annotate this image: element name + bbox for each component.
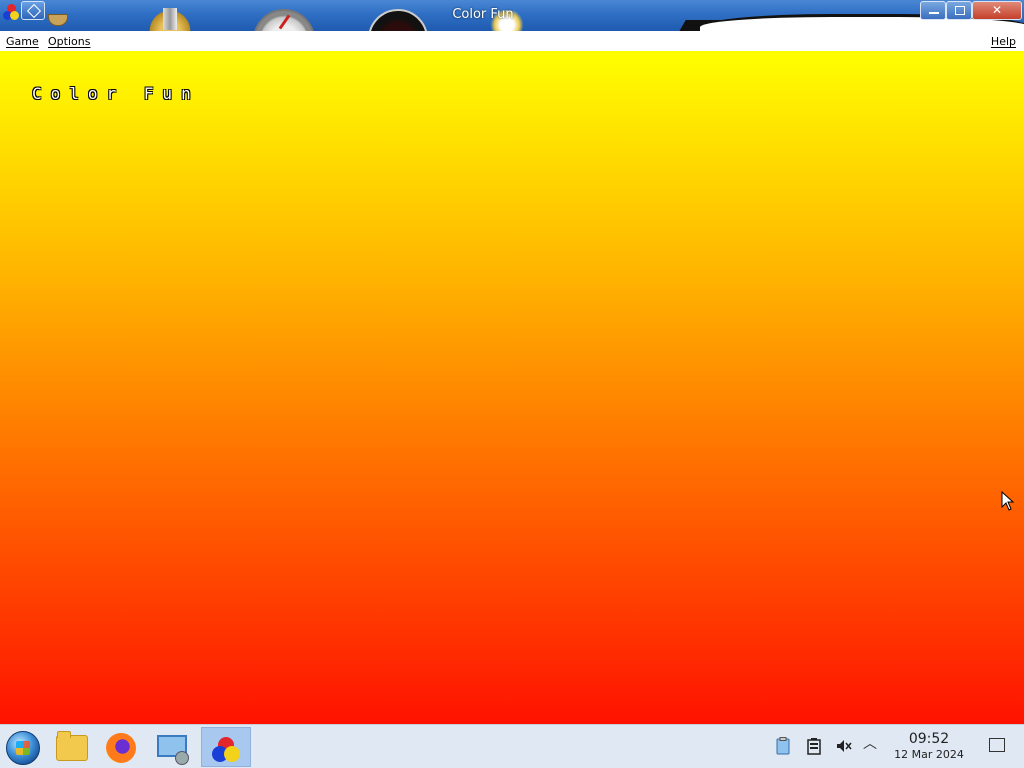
notifications-icon[interactable] [989,738,1005,752]
game-title: Color Fun [32,84,200,103]
maximize-icon [955,6,965,15]
taskbar-color-fun-button[interactable] [201,727,251,767]
menu-bar: Game Options Help [0,31,1024,51]
window-title: Color Fun [452,7,514,22]
taskbar-control-panel-button[interactable] [148,727,196,767]
menu-game[interactable]: Game [6,35,39,48]
minimize-icon [929,12,939,14]
firefox-icon [106,733,136,763]
windows-orb-icon [6,731,40,765]
folder-icon [56,731,88,761]
clock-date[interactable]: 12 Mar 2024 [886,748,972,761]
close-icon: ✕ [991,3,1003,17]
screen: Color Fun ✕ Game Options Help Color Fun [0,0,1024,768]
taskbar-files-button[interactable] [48,727,96,767]
close-button[interactable]: ✕ [972,1,1022,20]
control-panel-icon [157,735,189,765]
battery-icon[interactable] [805,737,823,755]
volume-muted-icon[interactable] [835,737,853,755]
menu-help[interactable]: Help [991,35,1016,48]
clipboard-icon[interactable] [774,737,792,755]
taskbar: ︿ 09:52 12 Mar 2024 [0,724,1024,768]
start-button[interactable] [0,727,48,767]
menu-options[interactable]: Options [48,35,90,48]
title-bar[interactable]: Color Fun ✕ [0,0,1024,31]
mouse-cursor-icon [1001,491,1015,511]
game-canvas[interactable]: Color Fun [0,51,1024,724]
minimize-button[interactable] [920,1,946,20]
maximize-button[interactable] [946,1,972,20]
chevron-up-icon[interactable]: ︿ [863,733,881,752]
clock-time[interactable]: 09:52 [890,731,968,747]
taskbar-firefox-button[interactable] [98,727,146,767]
